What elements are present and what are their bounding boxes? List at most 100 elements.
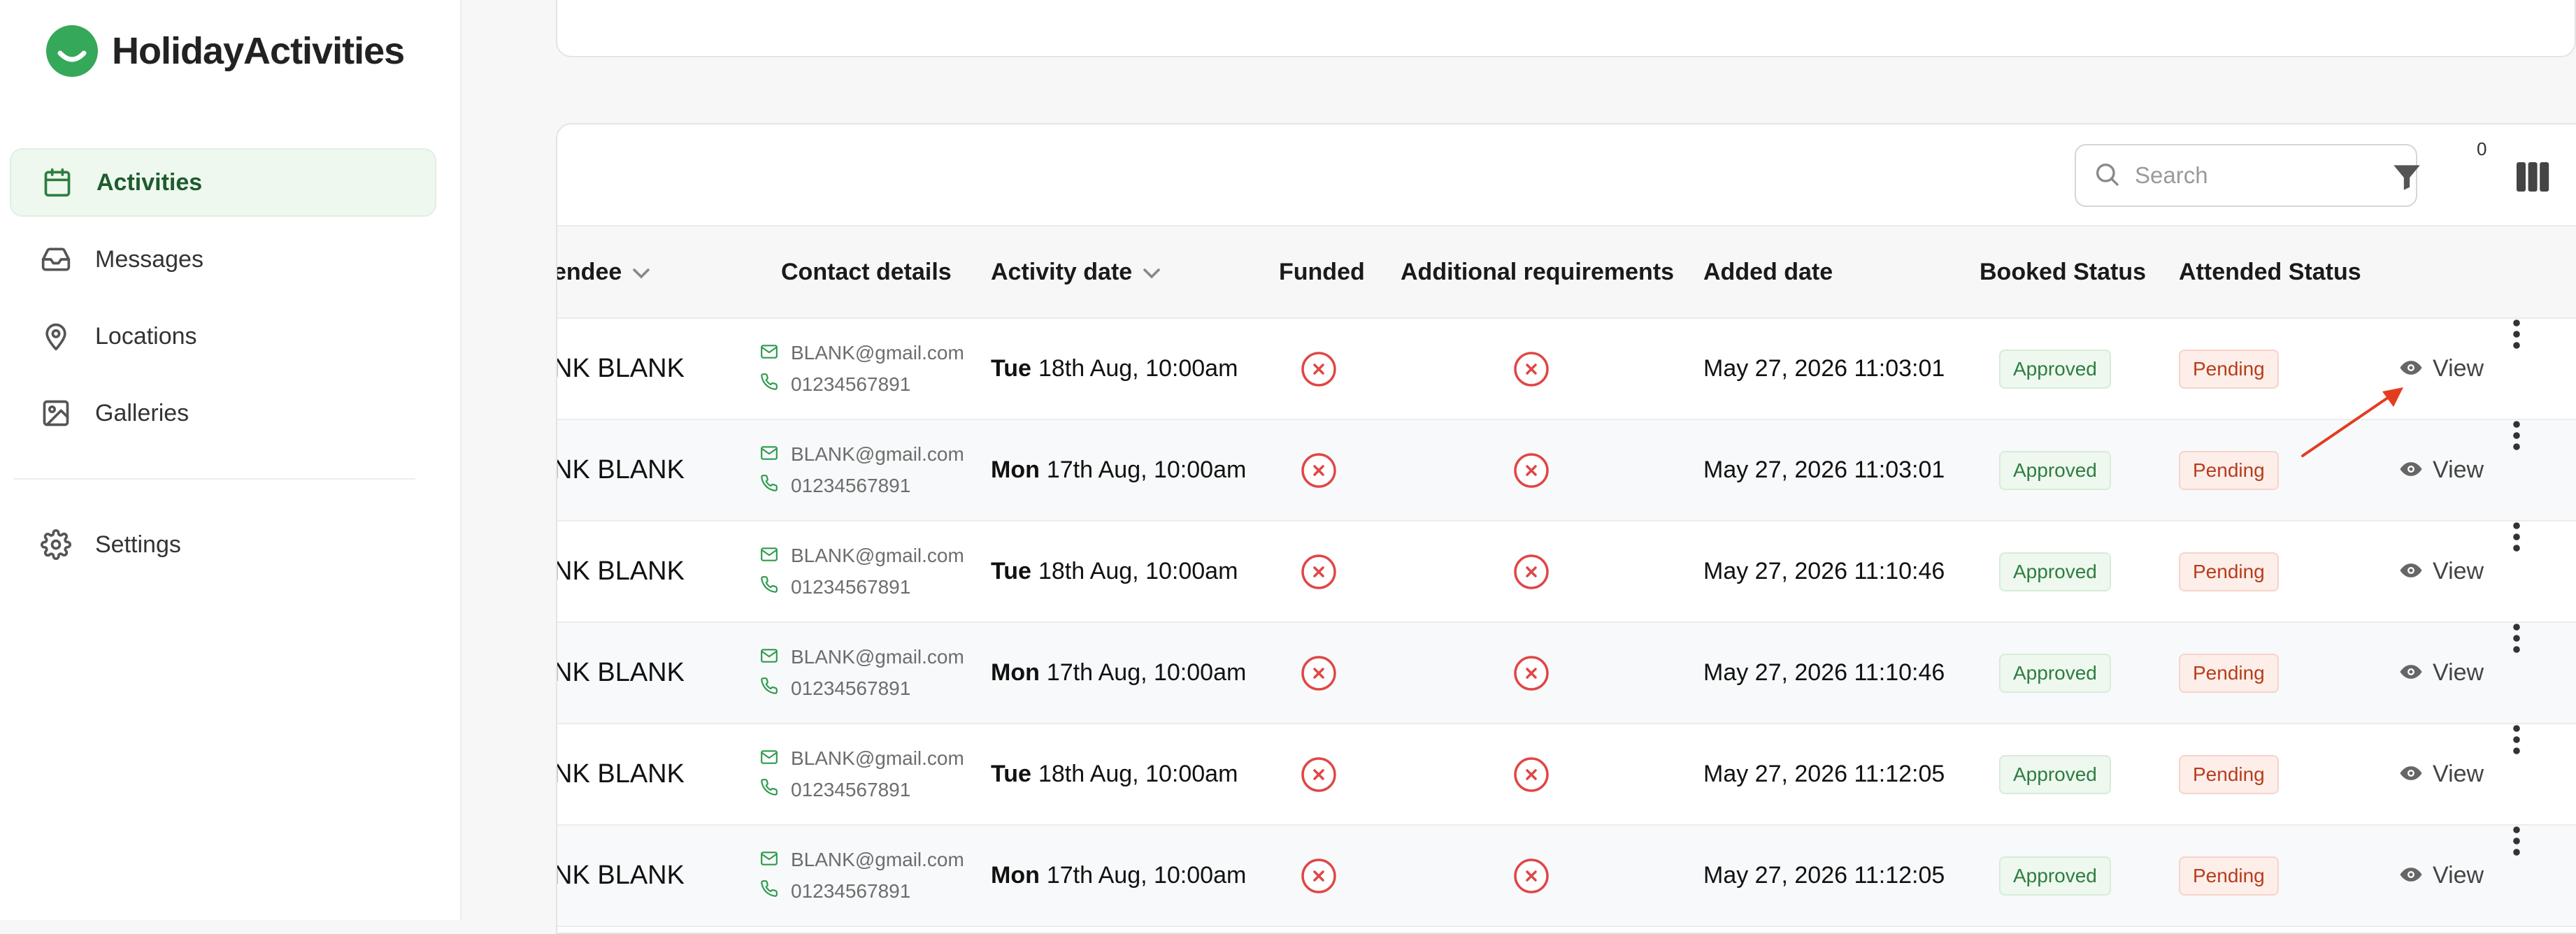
search-box[interactable] — [2075, 144, 2417, 207]
sidebar-item-label: Messages — [95, 245, 203, 273]
booked-status-badge: Approved — [1999, 552, 2111, 591]
column-header-additional-requirements: Additional requirements — [1401, 258, 1675, 285]
funded-x-icon — [1300, 724, 1338, 824]
sidebar-item-activities[interactable]: Activities — [10, 148, 436, 217]
activity-date-text: 17th Aug, 10:00am — [1046, 659, 1247, 686]
filter-icon[interactable] — [2389, 159, 2424, 194]
image-icon — [38, 395, 74, 431]
view-label: View — [2433, 558, 2484, 584]
mail-icon — [760, 342, 778, 364]
booked-status-badge: Approved — [1999, 754, 2111, 794]
view-button[interactable]: View — [2399, 826, 2484, 926]
top-card — [556, 0, 2576, 57]
additional-requirements-x-icon — [1512, 420, 1550, 520]
contact-details: BLANK@gmail.com 01234567891 — [760, 623, 964, 723]
eye-icon — [2399, 355, 2423, 382]
view-button[interactable]: View — [2399, 420, 2484, 520]
activity-day: Mon — [991, 659, 1040, 686]
phone-icon — [760, 677, 778, 700]
more-options-icon[interactable] — [2510, 522, 2524, 552]
more-options-icon[interactable] — [2510, 319, 2524, 350]
booked-status-cell: Approved — [1999, 522, 2111, 622]
view-button[interactable]: View — [2399, 522, 2484, 622]
added-date: May 27, 2026 11:12:05 — [1703, 862, 1945, 889]
search-icon — [2093, 160, 2121, 192]
more-options-icon[interactable] — [2510, 420, 2524, 451]
attended-status-cell: Pending — [2179, 623, 2279, 723]
column-header-attendee[interactable]: endee — [557, 227, 651, 317]
table-row: NK BLANK BLANK@gmail.com 01234567891 Mon 17t… — [557, 420, 2576, 522]
sidebar-item-messages[interactable]: Messages — [10, 225, 436, 294]
phone-line: 01234567891 — [760, 778, 910, 801]
columns-icon[interactable] — [2515, 161, 2550, 193]
booked-status-cell: Approved — [1999, 420, 2111, 520]
view-button[interactable]: View — [2399, 724, 2484, 824]
booked-status-badge: Approved — [1999, 450, 2111, 490]
additional-requirements-x-icon — [1512, 623, 1550, 723]
more-options-icon[interactable] — [2510, 623, 2524, 654]
sidebar-item-label: Activities — [96, 168, 203, 196]
activity-date-text: 18th Aug, 10:00am — [1038, 355, 1238, 382]
app-name: HolidayActivities — [112, 30, 405, 72]
mail-icon — [760, 747, 778, 770]
view-label: View — [2433, 862, 2484, 889]
eye-icon — [2399, 659, 2423, 687]
sidebar-item-locations[interactable]: Locations — [10, 302, 436, 371]
annotation-arrow — [2301, 387, 2403, 457]
activity-date-text: 17th Aug, 10:00am — [1046, 457, 1247, 483]
activity-date-text: 18th Aug, 10:00am — [1038, 558, 1238, 584]
email-line: BLANK@gmail.com — [760, 849, 964, 871]
sidebar-item-label: Locations — [95, 322, 197, 350]
attendee-name: NK BLANK — [556, 556, 685, 586]
activity-day: Tue — [991, 355, 1031, 382]
sidebar-item-label: Galleries — [95, 399, 189, 426]
attendee-name: NK BLANK — [556, 354, 685, 383]
contact-details: BLANK@gmail.com 01234567891 — [760, 522, 964, 622]
eye-icon — [2399, 558, 2423, 585]
activity-date: Mon 17th Aug, 10:00am — [991, 826, 1246, 926]
more-options-icon[interactable] — [2510, 724, 2524, 755]
contact-phone: 01234567891 — [791, 778, 911, 800]
table-header: endee Contact details Activity date Fund… — [557, 225, 2576, 319]
view-button[interactable]: View — [2399, 623, 2484, 723]
contact-phone: 01234567891 — [791, 474, 911, 496]
phone-line: 01234567891 — [760, 575, 910, 598]
sidebar-item-label: Settings — [95, 531, 181, 558]
eye-icon — [2399, 457, 2423, 484]
column-header-activity-date[interactable]: Activity date — [991, 227, 1161, 317]
additional-requirements-x-icon — [1512, 724, 1550, 824]
chevron-down-icon — [631, 259, 651, 286]
table-row: NK BLANK BLANK@gmail.com 01234567891 Mon 17t… — [557, 623, 2576, 724]
sidebar: HolidayActivities Activities Messages Lo… — [0, 0, 461, 920]
booked-status-badge: Approved — [1999, 856, 2111, 896]
email-line: BLANK@gmail.com — [760, 443, 964, 466]
view-button[interactable]: View — [2399, 319, 2484, 419]
contact-details: BLANK@gmail.com 01234567891 — [760, 724, 964, 824]
search-input[interactable] — [2133, 161, 2388, 189]
attended-status-cell: Pending — [2179, 319, 2279, 419]
logo[interactable]: HolidayActivities — [46, 25, 405, 77]
activity-day: Tue — [991, 761, 1031, 787]
column-header-added-date: Added date — [1703, 258, 1833, 285]
phone-icon — [760, 474, 778, 497]
more-options-icon[interactable] — [2510, 826, 2524, 856]
attendee-name: NK BLANK — [556, 658, 685, 687]
funded-x-icon — [1300, 826, 1338, 926]
added-date: May 27, 2026 11:03:01 — [1703, 457, 1945, 483]
funded-x-icon — [1300, 522, 1338, 622]
phone-icon — [760, 879, 778, 903]
mail-icon — [760, 443, 778, 466]
attended-status-cell: Pending — [2179, 724, 2279, 824]
table-row: NK BLANK BLANK@gmail.com 01234567891 Tue 18t… — [557, 724, 2576, 826]
eye-icon — [2399, 761, 2423, 788]
column-header-attended-status: Attended Status — [2179, 258, 2361, 285]
sidebar-item-galleries[interactable]: Galleries — [10, 379, 436, 447]
phone-icon — [760, 778, 778, 801]
attended-status-badge: Pending — [2179, 450, 2279, 490]
column-header-funded: Funded — [1279, 258, 1365, 285]
attendee-name: NK BLANK — [556, 759, 685, 789]
sidebar-item-settings[interactable]: Settings — [10, 510, 436, 579]
activity-date: Mon 17th Aug, 10:00am — [991, 420, 1246, 520]
booked-status-badge: Approved — [1999, 349, 2111, 389]
attendee-name: NK BLANK — [556, 455, 685, 484]
